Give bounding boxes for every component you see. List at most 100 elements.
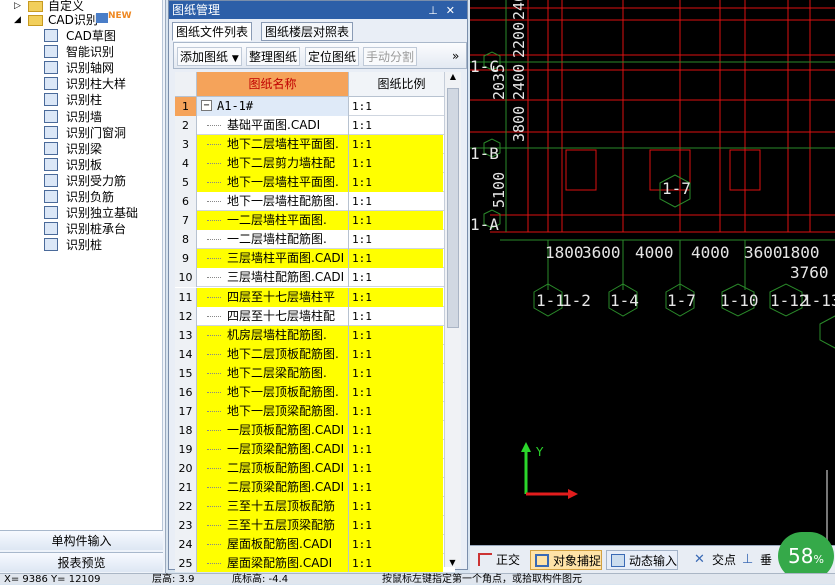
table-row[interactable]: 4 地下二层剪力墙柱配 1:1 xyxy=(175,154,455,174)
table-row[interactable]: 22 三至十五层顶板配筋 1:1 xyxy=(175,497,455,517)
scroll-down-arrow-icon[interactable]: ▼ xyxy=(445,558,460,567)
locate-drawing-button[interactable]: 定位图纸 xyxy=(305,47,360,66)
row-number[interactable]: 18 xyxy=(175,420,197,440)
table-row[interactable]: 25 屋面梁配筋图.CADI 1:1 xyxy=(175,554,455,572)
row-number[interactable]: 2 xyxy=(175,116,197,136)
drawing-name-cell[interactable]: 一层顶板配筋图.CADI xyxy=(197,420,349,440)
drawing-name-cell[interactable]: 三层墙柱配筋图.CADI xyxy=(197,268,349,288)
drawing-ratio-cell[interactable]: 1:1 xyxy=(349,268,443,287)
drawing-ratio-cell[interactable]: 1:1 xyxy=(349,211,443,231)
add-drawing-button[interactable]: 添加图纸 ▼ xyxy=(177,47,242,66)
drawing-name-cell[interactable]: 一二层墙柱平面图. xyxy=(197,211,349,231)
row-number[interactable]: 14 xyxy=(175,344,197,364)
drawing-name-cell[interactable]: 三层墙柱平面图.CADI xyxy=(197,249,349,269)
table-row[interactable]: 13 机房层墙柱配筋图. 1:1 xyxy=(175,325,455,345)
drawing-ratio-cell[interactable]: 1:1 xyxy=(349,249,443,269)
column-header-name[interactable]: 图纸名称 xyxy=(197,72,349,97)
row-number[interactable]: 10 xyxy=(175,268,197,288)
row-number[interactable]: 7 xyxy=(175,211,197,231)
drawing-name-cell[interactable]: 机房层墙柱配筋图. xyxy=(197,325,349,345)
scroll-thumb[interactable] xyxy=(447,88,459,328)
drawing-name-cell[interactable]: 一层顶梁配筋图.CADI xyxy=(197,439,349,459)
drawing-name-cell[interactable]: 地下一层墙柱配筋图. xyxy=(197,192,349,212)
drawing-name-cell[interactable]: 屋面板配筋图.CADI xyxy=(197,535,349,555)
row-number[interactable]: 17 xyxy=(175,401,197,421)
object-snap-toggle[interactable]: 对象捕捉 xyxy=(530,550,603,570)
drawing-ratio-cell[interactable]: 1:1 xyxy=(349,325,443,345)
report-preview-button[interactable]: 报表预览 xyxy=(0,552,163,572)
table-row[interactable]: 8 一二层墙柱配筋图. 1:1 xyxy=(175,230,455,250)
drawing-ratio-cell[interactable]: 1:1 xyxy=(349,97,443,116)
table-row[interactable]: 2 基础平面图.CADI 1:1 xyxy=(175,116,455,136)
drawing-ratio-cell[interactable]: 1:1 xyxy=(349,135,443,155)
drawing-name-cell[interactable]: 屋面梁配筋图.CADI xyxy=(197,554,349,572)
table-row[interactable]: 5 地下一层墙柱平面图. 1:1 xyxy=(175,173,455,193)
drawing-name-cell[interactable]: 三至十五层顶板配筋 xyxy=(197,497,349,517)
drawing-name-cell[interactable]: 一二层墙柱配筋图. xyxy=(197,230,349,250)
row-number[interactable]: 11 xyxy=(175,287,197,307)
drawing-ratio-cell[interactable]: 1:1 xyxy=(349,363,443,383)
row-number[interactable]: 12 xyxy=(175,306,197,326)
drawing-ratio-cell[interactable]: 1:1 xyxy=(349,478,443,497)
row-number[interactable]: 13 xyxy=(175,325,197,345)
row-number[interactable]: 16 xyxy=(175,382,197,402)
row-number[interactable]: 22 xyxy=(175,497,197,517)
drawing-name-cell[interactable]: 二层顶梁配筋图.CADI xyxy=(197,478,349,497)
single-component-input-button[interactable]: 单构件输入 xyxy=(0,530,163,550)
column-header-ratio[interactable]: 图纸比例 xyxy=(349,72,455,97)
table-row[interactable]: 15 地下二层梁配筋图. 1:1 xyxy=(175,363,455,383)
row-number[interactable]: 25 xyxy=(175,554,197,572)
drawing-name-cell[interactable]: 地下二层剪力墙柱配 xyxy=(197,154,349,174)
row-number[interactable]: 23 xyxy=(175,516,197,536)
row-number[interactable]: 1 xyxy=(175,97,197,116)
tab-drawing-floor-mapping[interactable]: 图纸楼层对照表 xyxy=(261,22,354,41)
collapse-box-icon[interactable]: − xyxy=(201,100,212,111)
row-number[interactable]: 9 xyxy=(175,249,197,269)
table-row[interactable]: 19 一层顶梁配筋图.CADI 1:1 xyxy=(175,439,455,459)
row-number[interactable]: 6 xyxy=(175,192,197,212)
drawing-name-cell[interactable]: 四层至十七层墙柱配 xyxy=(197,306,349,326)
drawing-ratio-cell[interactable]: 1:1 xyxy=(349,344,443,364)
drawing-ratio-cell[interactable]: 1:1 xyxy=(349,401,443,421)
drawing-name-cell[interactable]: 地下一层顶板配筋图. xyxy=(197,382,349,402)
row-number[interactable]: 8 xyxy=(175,230,197,250)
row-number[interactable]: 19 xyxy=(175,439,197,459)
drawing-ratio-cell[interactable]: 1:1 xyxy=(349,516,443,536)
table-row[interactable]: 10 三层墙柱配筋图.CADI 1:1 xyxy=(175,268,455,288)
row-number[interactable]: 5 xyxy=(175,173,197,193)
close-icon[interactable]: ✕ xyxy=(446,4,463,17)
dynamic-input-toggle[interactable]: 动态输入 xyxy=(606,550,679,570)
drawing-name-cell[interactable]: 基础平面图.CADI xyxy=(197,116,349,136)
collapse-arrow-icon[interactable]: ◢ xyxy=(14,12,21,28)
table-row[interactable]: 3 地下二层墙柱平面图. 1:1 xyxy=(175,135,455,155)
drawing-name-cell[interactable]: 三至十五层顶梁配筋 xyxy=(197,516,349,536)
pin-icon[interactable]: ⊥ xyxy=(428,4,446,17)
grid-vertical-scrollbar[interactable]: ▲ ▼ xyxy=(444,72,461,567)
table-row[interactable]: 6 地下一层墙柱配筋图. 1:1 xyxy=(175,192,455,212)
drawing-ratio-cell[interactable]: 1:1 xyxy=(349,173,443,193)
drawing-ratio-cell[interactable]: 1:1 xyxy=(349,382,443,402)
drawing-ratio-cell[interactable]: 1:1 xyxy=(349,458,443,478)
drawing-name-cell[interactable]: 地下一层顶梁配筋图. xyxy=(197,401,349,421)
table-row[interactable]: 20 二层顶板配筋图.CADI 1:1 xyxy=(175,458,455,478)
drawing-ratio-cell[interactable]: 1:1 xyxy=(349,192,443,211)
drawing-ratio-cell[interactable]: 1:1 xyxy=(349,497,443,517)
table-row[interactable]: 18 一层顶板配筋图.CADI 1:1 xyxy=(175,420,455,440)
row-number[interactable]: 3 xyxy=(175,135,197,155)
manual-split-button[interactable]: 手动分割 xyxy=(363,47,418,66)
scroll-up-arrow-icon[interactable]: ▲ xyxy=(445,72,461,86)
tab-drawing-file-list[interactable]: 图纸文件列表 xyxy=(172,22,253,41)
drawing-name-cell[interactable]: − A1-1# xyxy=(197,97,349,116)
drawing-ratio-cell[interactable]: 1:1 xyxy=(349,535,443,555)
table-row[interactable]: 7 一二层墙柱平面图. 1:1 xyxy=(175,211,455,231)
perpendicular-snap-toggle[interactable]: ⊥ 垂 xyxy=(738,550,772,570)
table-row[interactable]: 1− A1-1# 1:1 xyxy=(175,97,455,116)
drawing-ratio-cell[interactable]: 1:1 xyxy=(349,554,443,572)
drawing-name-cell[interactable]: 四层至十七层墙柱平 xyxy=(197,287,349,307)
table-row[interactable]: 21 二层顶梁配筋图.CADI 1:1 xyxy=(175,478,455,497)
drawing-ratio-cell[interactable]: 1:1 xyxy=(349,307,443,326)
drawing-name-cell[interactable]: 地下二层梁配筋图. xyxy=(197,363,349,383)
row-number[interactable]: 15 xyxy=(175,363,197,383)
table-row[interactable]: 16 地下一层顶板配筋图. 1:1 xyxy=(175,382,455,402)
drawing-name-cell[interactable]: 二层顶板配筋图.CADI xyxy=(197,458,349,478)
